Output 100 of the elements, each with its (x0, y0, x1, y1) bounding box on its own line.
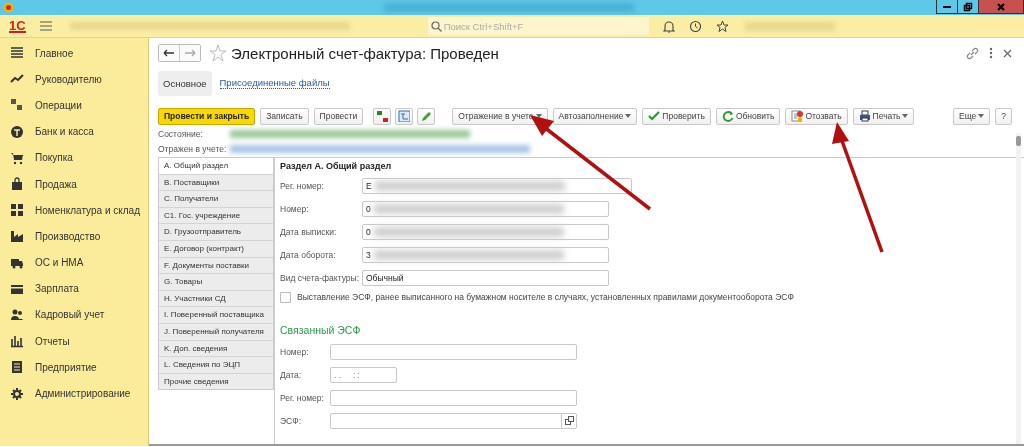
input-field[interactable]: 3 (362, 246, 609, 263)
caret-icon (978, 114, 985, 118)
caret-icon (902, 114, 909, 118)
close-icon[interactable] (1003, 48, 1012, 58)
pencil-icon (420, 110, 433, 122)
sidebar-item[interactable]: Администрирование (0, 380, 148, 407)
field-label: Рег. номер: (280, 392, 325, 403)
toolbar-button[interactable]: Записать (260, 107, 309, 125)
tab[interactable]: Основное (158, 70, 212, 96)
field-label: Вид счета-фактуры: (280, 272, 360, 283)
document-icon (791, 110, 804, 122)
field-label: Отражен в учете: (158, 143, 228, 154)
sidebar-item[interactable]: Зарплата (0, 275, 148, 302)
close-button[interactable] (978, 0, 1023, 13)
field-label: Дата выписки: (280, 226, 338, 237)
field-label: Номер: (280, 346, 310, 357)
windows-icon (564, 416, 574, 425)
section-tab[interactable]: D. Грузоотправитель (159, 223, 273, 240)
structure-icon (398, 110, 411, 122)
section-heading: Связанный ЭСФ (280, 324, 362, 338)
sidebar-item[interactable]: Номенклатура и склад (0, 197, 148, 224)
toolbar-button[interactable] (373, 107, 392, 125)
sidebar-item[interactable]: Покупка (0, 144, 148, 171)
arrow-left-icon (163, 49, 175, 57)
toolbar-button[interactable]: Автозаполнение (552, 107, 638, 125)
document-title: Электронный счет-фактура: Проведен (231, 44, 499, 62)
minimize-icon (943, 5, 951, 8)
sidebar-item[interactable]: Банк и касса (0, 118, 148, 145)
restore-icon (963, 1, 973, 12)
section-heading: Раздел А. Общий раздел (280, 161, 393, 173)
bag-icon (10, 177, 24, 192)
app-icon (3, 2, 14, 13)
people-icon (10, 307, 24, 322)
section-tab[interactable]: G. Товары (159, 273, 273, 290)
link-icon[interactable] (966, 46, 979, 60)
scrollbar[interactable] (1016, 133, 1021, 444)
input-field[interactable]: Е (362, 177, 632, 194)
sidebar-item[interactable]: Продажа (0, 170, 148, 198)
building-icon (10, 360, 24, 375)
printer-icon (858, 110, 871, 122)
more-icon[interactable] (989, 47, 993, 59)
field-label: Рег. номер: (280, 180, 325, 191)
toolbar-button[interactable]: Провести и закрыть (158, 107, 256, 125)
input-field[interactable]: 0 (362, 223, 609, 240)
bar-chart-icon (10, 334, 24, 349)
sidebar-item[interactable]: Операции (0, 92, 148, 119)
factory-icon (10, 229, 24, 244)
field-label: Номер: (280, 203, 310, 214)
close-icon (996, 1, 1006, 12)
star-icon[interactable] (715, 19, 729, 33)
arrow-right-icon (184, 49, 196, 57)
toolbar-button[interactable]: ? (995, 107, 1012, 125)
logo[interactable]: 1С (9, 19, 26, 33)
field-label: Дата: (280, 369, 303, 380)
section-tab[interactable]: I. Поверенный поставщика (159, 306, 273, 323)
section-tab[interactable]: C. Получатели (159, 190, 273, 207)
field-label: ЭСФ: (280, 415, 303, 426)
sidebar-item[interactable]: Производство (0, 223, 148, 250)
search-icon (430, 21, 442, 32)
section-tab[interactable]: L. Сведения по ЭЦП (159, 356, 273, 373)
toolbar-button[interactable] (395, 107, 414, 125)
toolbar-button[interactable]: Обновить (715, 107, 781, 125)
history-icon[interactable] (688, 19, 702, 33)
toolbar-button[interactable]: Печать (852, 107, 915, 125)
sidebar-item[interactable]: ОС и НМА (0, 249, 148, 276)
bell-icon[interactable] (662, 19, 675, 33)
input-field[interactable] (330, 343, 577, 360)
input-field[interactable]: Обычный (362, 269, 609, 286)
search-field[interactable]: Поиск Ctrl+Shift+F (427, 17, 649, 35)
grid-icon (10, 203, 24, 218)
settings-icon (10, 386, 24, 401)
sidebar-item[interactable]: Предприятие (0, 354, 148, 381)
input-field[interactable]: . . : : (330, 366, 397, 383)
back-button[interactable] (159, 45, 179, 61)
sidebar-item[interactable]: Руководителю (0, 66, 148, 93)
checkbox-label: Выставление ЭСФ, ранее выписанного на бумажном носителе в случаях, установленных правилами документооборота ЭСФ (297, 292, 794, 302)
check-icon (648, 110, 661, 122)
toolbar-button[interactable]: Отражение в учете (452, 107, 548, 125)
field-label: Состояние: (158, 128, 204, 139)
star-icon[interactable] (209, 44, 227, 62)
toolbar-button[interactable] (417, 107, 436, 125)
cart-icon (10, 150, 24, 165)
toolbar-button[interactable]: Отозвать (785, 107, 848, 125)
toolbar-button[interactable]: Еще (952, 107, 991, 125)
field-label: Дата оборота: (280, 249, 337, 260)
toolbar-button[interactable]: Проверить (642, 107, 711, 125)
input-field[interactable] (330, 389, 577, 406)
input-field[interactable] (330, 412, 577, 429)
checkbox[interactable] (280, 291, 291, 303)
input-field[interactable]: 0 (362, 200, 609, 217)
toolbar-button[interactable]: Провести (313, 107, 364, 125)
caret-icon (625, 114, 632, 118)
tab[interactable]: Присоединенные файлы (219, 77, 330, 89)
open-button[interactable] (561, 413, 576, 428)
list-icon (10, 46, 24, 61)
caret-icon (535, 114, 542, 118)
refresh-icon (721, 110, 734, 122)
sidebar-item[interactable]: Главное (0, 40, 148, 67)
sidebar-item[interactable]: Кадровый учет (0, 301, 148, 329)
sidebar-item[interactable]: Отчеты (0, 328, 148, 355)
